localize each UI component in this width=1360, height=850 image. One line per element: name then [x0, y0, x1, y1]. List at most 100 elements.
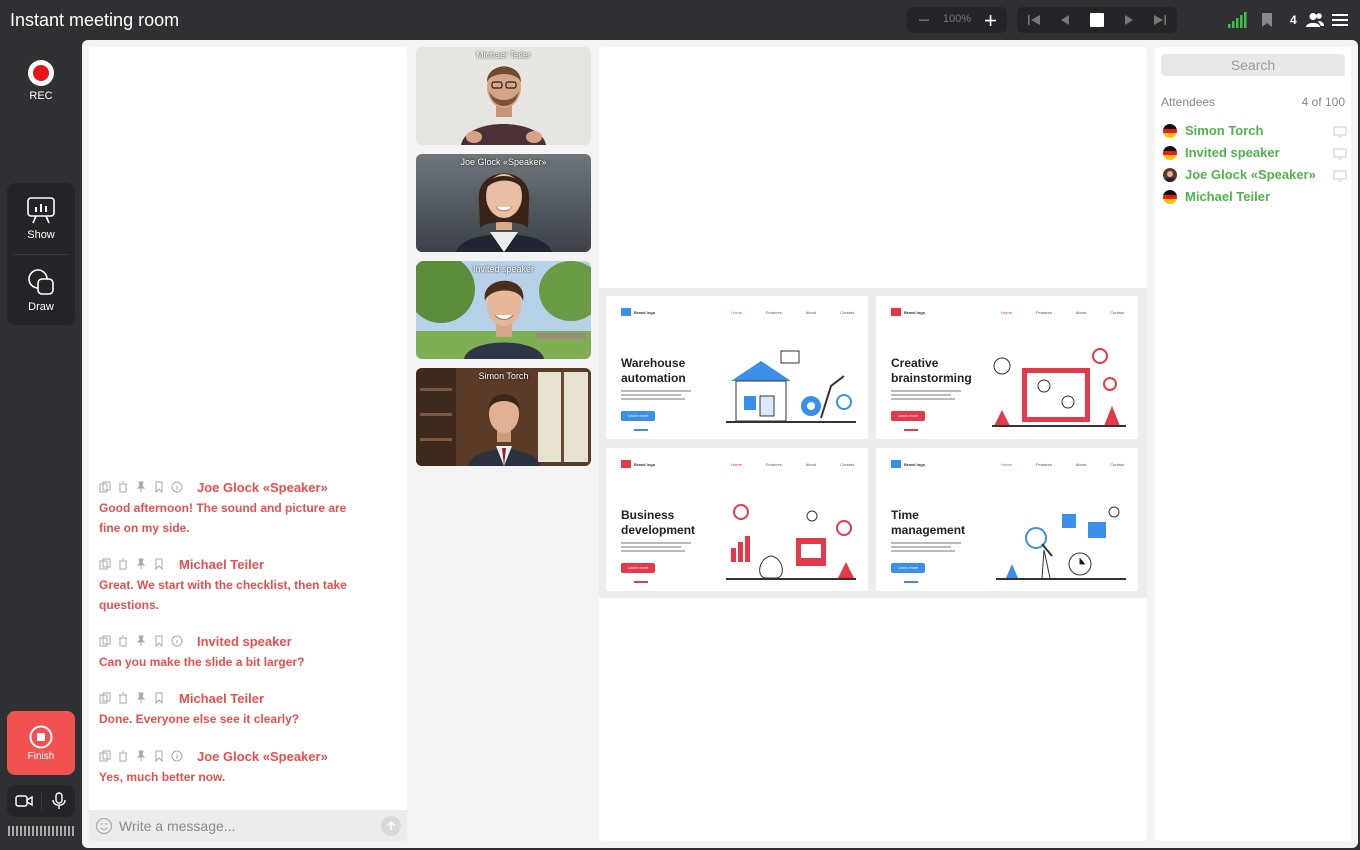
level-tick — [12, 826, 14, 836]
last-slide-button[interactable] — [1152, 12, 1168, 28]
slide-title: Warehouse automation — [621, 356, 686, 385]
level-tick — [60, 826, 62, 836]
attendee-name: Joe Glock «Speaker» — [1185, 167, 1316, 182]
zoom-out-button[interactable] — [911, 7, 937, 33]
attendee-row[interactable]: Michael Teiler — [1161, 187, 1347, 209]
draw-button[interactable]: Draw — [7, 267, 75, 313]
pin-icon[interactable] — [135, 692, 147, 704]
zoom-level: 100% — [942, 13, 972, 25]
slide-thumbnail[interactable]: Brand logo Home Features About Contact Ware… — [606, 296, 868, 439]
info-icon[interactable] — [171, 635, 183, 647]
video-tile[interactable]: Simon Torch — [416, 368, 591, 466]
slide-body-text — [621, 390, 691, 402]
message-author: Joe Glock «Speaker» — [197, 479, 328, 495]
bookmark-icon[interactable] — [153, 558, 165, 570]
copy-icon[interactable] — [99, 558, 111, 570]
pin-icon[interactable] — [135, 481, 147, 493]
bookmark-icon[interactable] — [1260, 12, 1274, 28]
pin-icon[interactable] — [135, 558, 147, 570]
message-actions: Invited speaker — [99, 632, 399, 650]
video-tile[interactable]: Joe Glock «Speaker» — [416, 154, 591, 252]
stop-circle-icon — [29, 725, 53, 749]
first-slide-button[interactable] — [1026, 12, 1042, 28]
copy-icon[interactable] — [99, 750, 111, 762]
logo-icon — [621, 460, 631, 468]
hamburger-menu-icon[interactable] — [1332, 12, 1348, 28]
slide-thumbnail[interactable]: Brand logo Home Features About Contact Crea… — [876, 296, 1138, 439]
info-icon[interactable] — [171, 750, 183, 762]
pin-icon[interactable] — [135, 750, 147, 762]
slide-pager — [634, 429, 648, 431]
attendee-row[interactable]: Joe Glock «Speaker» — [1161, 165, 1347, 187]
level-tick — [32, 826, 34, 836]
people-icon[interactable] — [1306, 12, 1324, 28]
camera-icon[interactable] — [15, 792, 33, 810]
participant-video — [416, 368, 591, 466]
finish-button[interactable]: Finish — [7, 711, 75, 775]
emoji-icon[interactable] — [95, 817, 113, 835]
attendee-search-input[interactable] — [1161, 54, 1345, 76]
show-label: Show — [27, 229, 55, 241]
chat-message: Invited speaker Can you make the slide a… — [99, 632, 399, 672]
slide-body-text — [891, 542, 961, 554]
main-panel: Joe Glock «Speaker» Good afternoon! The … — [82, 40, 1358, 848]
record-label: REC — [29, 90, 53, 102]
chat-message: Joe Glock «Speaker» Yes, much better now… — [99, 747, 399, 787]
video-name: Simon Torch — [478, 371, 529, 381]
zoom-in-button[interactable] — [977, 7, 1003, 33]
attendees-panel: Attendees 4 of 100 Simon Torch Invited s… — [1155, 47, 1351, 841]
show-button[interactable]: Show — [7, 195, 75, 241]
bookmark-icon[interactable] — [153, 692, 165, 704]
attendees-heading: Attendees — [1161, 95, 1216, 109]
trash-icon[interactable] — [117, 692, 129, 704]
message-author: Joe Glock «Speaker» — [197, 748, 328, 764]
trash-icon[interactable] — [117, 558, 129, 570]
presentation-stage: Brand logo Home Features About Contact Ware… — [599, 47, 1147, 841]
level-tick — [36, 826, 38, 836]
top-bar: Instant meeting room 100% 4 — [0, 0, 1360, 40]
level-tick — [44, 826, 46, 836]
video-tile[interactable]: Michael Teiler — [416, 47, 591, 145]
prev-slide-button[interactable] — [1057, 12, 1073, 28]
copy-icon[interactable] — [99, 692, 111, 704]
microphone-icon[interactable] — [50, 792, 68, 810]
message-actions: Joe Glock «Speaker» — [99, 747, 399, 765]
attendees-count: 4 of 100 — [1301, 95, 1345, 109]
trash-icon[interactable] — [117, 635, 129, 647]
record-button[interactable]: REC — [20, 60, 62, 102]
germany-flag-icon — [1163, 146, 1177, 160]
message-input[interactable] — [119, 814, 369, 838]
slide-cta: Learn more — [891, 411, 925, 421]
monitor-icon — [1333, 126, 1347, 138]
slide-body-text — [891, 390, 961, 402]
stop-button[interactable] — [1089, 12, 1105, 28]
attendee-row[interactable]: Invited speaker — [1161, 143, 1347, 165]
slide-pager — [904, 429, 918, 431]
next-slide-button[interactable] — [1121, 12, 1137, 28]
attendee-row[interactable]: Simon Torch — [1161, 121, 1347, 143]
slide-cta: Learn more — [621, 563, 655, 573]
slide-nav: Home Features About Contact — [731, 462, 854, 467]
info-icon[interactable] — [171, 481, 183, 493]
send-button[interactable] — [381, 816, 401, 836]
copy-icon[interactable] — [99, 481, 111, 493]
tool-divider — [13, 254, 69, 255]
bookmark-icon[interactable] — [153, 635, 165, 647]
avatar — [1163, 168, 1177, 182]
next-icon — [1125, 15, 1133, 25]
bookmark-icon[interactable] — [153, 750, 165, 762]
logo-icon — [621, 308, 631, 316]
copy-icon[interactable] — [99, 635, 111, 647]
left-rail: REC Show Draw Finish — [0, 40, 82, 850]
video-tile[interactable]: Invited speaker — [416, 261, 591, 359]
skip-first-icon — [1028, 15, 1040, 25]
level-tick — [52, 826, 54, 836]
message-text: Good afternoon! The sound and picture ar… — [99, 501, 347, 535]
trash-icon[interactable] — [117, 750, 129, 762]
room-title: Instant meeting room — [10, 10, 180, 30]
slide-thumbnail[interactable]: Brand logo Home Features About Contact Busi… — [606, 448, 868, 591]
bookmark-icon[interactable] — [153, 481, 165, 493]
slide-thumbnail[interactable]: Brand logo Home Features About Contact Time… — [876, 448, 1138, 591]
trash-icon[interactable] — [117, 481, 129, 493]
pin-icon[interactable] — [135, 635, 147, 647]
